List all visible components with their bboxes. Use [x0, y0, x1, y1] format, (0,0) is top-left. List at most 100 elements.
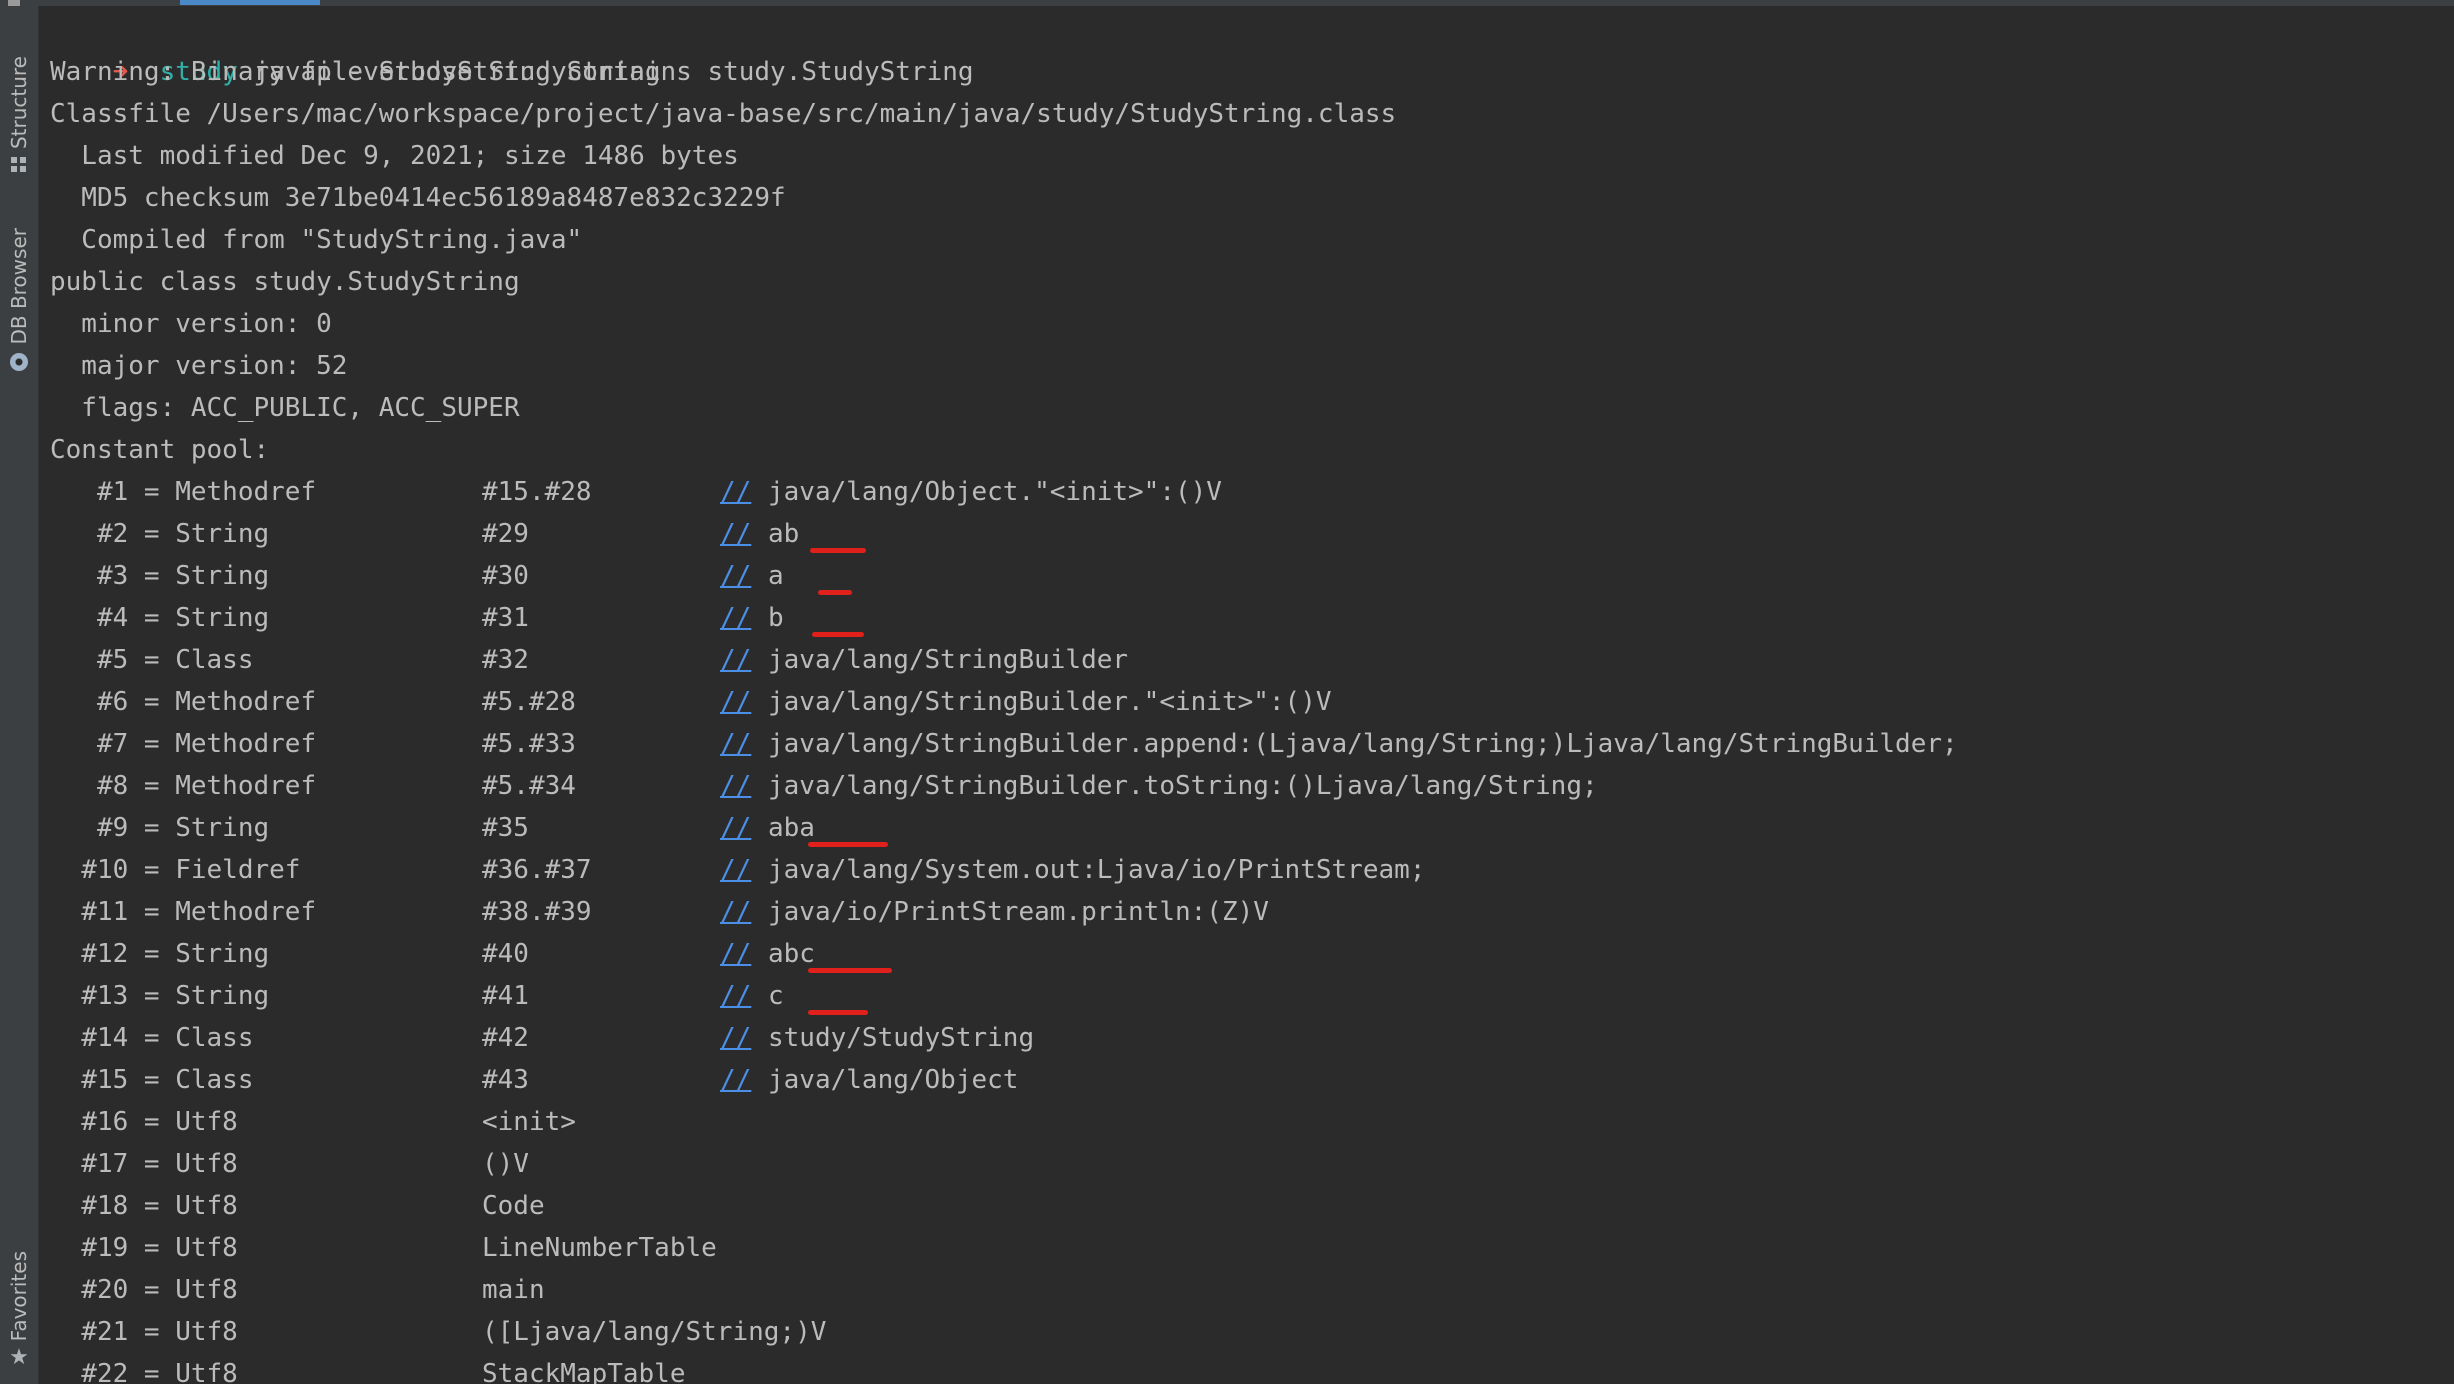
entry-index: #17 = Utf8 — [50, 1149, 238, 1179]
entry-index: #18 = Utf8 — [50, 1191, 238, 1221]
comment-link[interactable]: // — [720, 765, 751, 807]
entry-index: #5 = Class — [50, 645, 254, 675]
comment-link[interactable]: // — [720, 1059, 751, 1101]
constant-pool-row: #5 = Class #32 // java/lang/StringBuilder — [50, 639, 2430, 681]
entry-reference: #31 — [482, 603, 529, 633]
entry-reference: #43 — [482, 1065, 529, 1095]
entry-reference: #15.#28 — [482, 477, 592, 507]
comment-link[interactable]: // — [720, 639, 751, 681]
entry-value: ab — [768, 519, 800, 549]
comment-link[interactable]: // — [720, 807, 751, 849]
entry-reference: #36.#37 — [482, 855, 592, 885]
prompt-line: ➜ study javap -verbose StudyString — [50, 9, 661, 87]
red-underline-annotation — [812, 632, 864, 637]
entry-reference: #30 — [482, 561, 529, 591]
comment-link[interactable]: // — [720, 555, 751, 597]
constant-pool-row: #7 = Methodref #5.#33 // java/lang/StringBu… — [50, 723, 2430, 765]
db-browser-tool-label: DB Browser — [7, 228, 31, 345]
comment-link[interactable]: // — [720, 1017, 751, 1059]
entry-reference: #42 — [482, 1023, 529, 1053]
entry-index: #3 = String — [50, 561, 270, 591]
constant-pool-row: #6 = Methodref #5.#28 // java/lang/StringBu… — [50, 681, 2430, 723]
output-line: major version: 52 — [50, 351, 348, 381]
constant-pool-row: #11 = Methodref #38.#39 // java/io/PrintStr… — [50, 891, 2430, 933]
comment-link[interactable]: // — [720, 723, 751, 765]
output-line: flags: ACC_PUBLIC, ACC_SUPER — [50, 393, 520, 423]
entry-reference: LineNumberTable — [482, 1233, 717, 1263]
comment-link[interactable]: // — [720, 849, 751, 891]
constant-pool-row: #19 = Utf8 LineNumberTable — [50, 1227, 2430, 1269]
favorites-tool-button[interactable]: Favorites ★ — [0, 1251, 38, 1369]
output-line: Compiled from "StudyString.java" — [50, 225, 583, 255]
entry-value: a — [768, 561, 784, 591]
entry-index: #2 = String — [50, 519, 270, 549]
entry-value: java/lang/Object."<init>":()V — [768, 477, 1222, 507]
entry-reference: #5.#33 — [482, 729, 576, 759]
comment-link[interactable]: // — [720, 933, 751, 975]
constant-pool-row: #22 = Utf8 StackMapTable — [50, 1353, 2430, 1384]
entry-reference: #35 — [482, 813, 529, 843]
favorites-tool-label: Favorites — [7, 1251, 31, 1342]
entry-reference: #5.#28 — [482, 687, 576, 717]
entry-value: java/lang/StringBuilder — [768, 645, 1129, 675]
entry-value: study/StudyString — [768, 1023, 1035, 1053]
entry-index: #22 = Utf8 — [50, 1359, 238, 1384]
structure-tool-label: Structure — [7, 56, 31, 150]
constant-pool-row: #1 = Methodref #15.#28 // java/lang/Object.… — [50, 471, 2430, 513]
db-browser-icon — [10, 352, 28, 371]
constant-pool-row: #10 = Fieldref #36.#37 // java/lang/System.… — [50, 849, 2430, 891]
db-browser-tool-button[interactable]: DB Browser — [0, 228, 38, 371]
constant-pool-row: #4 = String #31 // b — [50, 597, 2430, 639]
entry-index: #13 = String — [50, 981, 270, 1011]
output-line: Warning: Binary file StudyString contain… — [50, 57, 974, 87]
entry-reference: <init> — [482, 1107, 576, 1137]
comment-link[interactable]: // — [720, 681, 751, 723]
comment-link[interactable]: // — [720, 513, 751, 555]
entry-value: java/lang/System.out:Ljava/io/PrintStrea… — [768, 855, 1426, 885]
terminal-output[interactable]: ➜ study javap -verbose StudyString Warni… — [50, 6, 2454, 1384]
entry-reference: main — [482, 1275, 545, 1305]
entry-index: #8 = Methodref — [50, 771, 317, 801]
constant-pool-row: #21 = Utf8 ([Ljava/lang/String;)V — [50, 1311, 2430, 1353]
constant-pool-row: #16 = Utf8 <init> — [50, 1101, 2430, 1143]
entry-index: #21 = Utf8 — [50, 1317, 238, 1347]
entry-value: java/lang/StringBuilder.toString:()Ljava… — [768, 771, 1598, 801]
constant-pool-row: #9 = String #35//aba — [50, 807, 2430, 849]
constant-pool-row: #20 = Utf8 main — [50, 1269, 2430, 1311]
entry-index: #15 = Class — [50, 1065, 254, 1095]
entry-reference: ([Ljava/lang/String;)V — [482, 1317, 827, 1347]
comment-link[interactable]: // — [720, 597, 751, 639]
structure-tool-button[interactable]: Structure — [0, 56, 38, 173]
constant-pool-row: #18 = Utf8 Code — [50, 1185, 2430, 1227]
red-underline-annotation — [808, 968, 892, 973]
constant-pool-row: #2 = String #29 // ab — [50, 513, 2430, 555]
red-underline-annotation — [808, 842, 888, 847]
entry-index: #20 = Utf8 — [50, 1275, 238, 1305]
entry-reference: StackMapTable — [482, 1359, 686, 1384]
entry-reference: #5.#34 — [482, 771, 576, 801]
output-line: minor version: 0 — [50, 309, 332, 339]
entry-index: #9 = String — [50, 813, 270, 843]
entry-reference: #32 — [482, 645, 529, 675]
comment-link[interactable]: // — [720, 975, 751, 1017]
red-underline-annotation — [810, 548, 866, 553]
entry-index: #10 = Fieldref — [50, 855, 301, 885]
entry-reference: ()V — [482, 1149, 529, 1179]
entry-value: b — [768, 603, 784, 633]
constant-pool-row: #15 = Class #43 // java/lang/Object — [50, 1059, 2430, 1101]
entry-index: #11 = Methodref — [50, 897, 317, 927]
entry-index: #14 = Class — [50, 1023, 254, 1053]
entry-index: #7 = Methodref — [50, 729, 317, 759]
comment-link[interactable]: // — [720, 891, 751, 933]
entry-index: #6 = Methodref — [50, 687, 317, 717]
active-tab-indicator — [180, 0, 320, 5]
entry-value: java/lang/StringBuilder.append:(Ljava/la… — [768, 729, 1958, 759]
comment-link[interactable]: // — [720, 471, 751, 513]
constant-pool-row: #14 = Class #42 // study/StudyString — [50, 1017, 2430, 1059]
entry-value: java/lang/Object — [768, 1065, 1019, 1095]
constant-pool-row: #3 = String #30 // a — [50, 555, 2430, 597]
entry-reference: #41 — [482, 981, 529, 1011]
entry-reference: #40 — [482, 939, 529, 969]
entry-value: java/io/PrintStream.println:(Z)V — [768, 897, 1269, 927]
structure-icon — [11, 157, 27, 173]
